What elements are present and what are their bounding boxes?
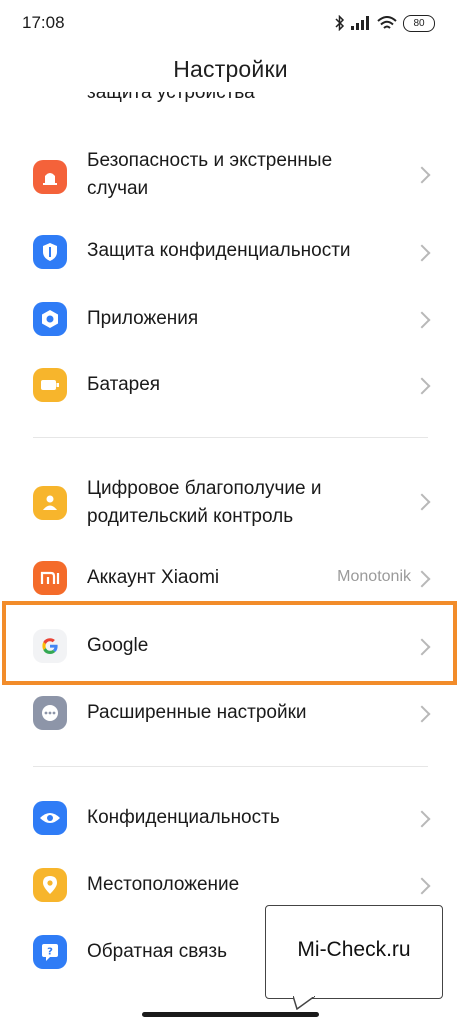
location-pin-icon: [33, 868, 67, 902]
chevron-right-icon: [413, 570, 431, 588]
partial-item-label: защита устройства: [87, 92, 255, 103]
chevron-right-icon: [413, 493, 431, 511]
list-item-label: Приложения: [87, 308, 199, 329]
list-item-label: Аккаунт Xiaomi: [87, 567, 220, 588]
list-item-privacy-protection[interactable]: Защита конфиденциальности: [0, 222, 461, 282]
more-dots-icon: [33, 696, 67, 730]
list-item-battery[interactable]: Батарея: [0, 354, 461, 414]
watermark-callout-tail: [293, 996, 315, 1010]
battery-icon: [33, 368, 67, 402]
feedback-icon: ?: [33, 935, 67, 969]
list-item-label: Конфиденциальность: [87, 807, 280, 828]
wifi-icon: [377, 15, 397, 29]
list-item-label: Обратная связь: [87, 941, 227, 962]
signal-icon: [351, 16, 369, 30]
status-icons: 80: [335, 12, 435, 34]
section-divider: [33, 766, 428, 767]
status-bar: 17:08 80: [0, 0, 461, 44]
chevron-right-icon: [413, 311, 431, 329]
list-item-label-line2: случаи: [87, 178, 149, 199]
list-item-apps[interactable]: Приложения: [0, 288, 461, 348]
chevron-right-icon: [413, 244, 431, 262]
chevron-right-icon: [413, 810, 431, 828]
chevron-right-icon: [413, 705, 431, 723]
list-item-privacy[interactable]: Конфиденциальность: [0, 788, 461, 848]
partial-list-item[interactable]: защита устройства: [87, 92, 387, 110]
chevron-right-icon: [413, 877, 431, 895]
watermark-callout: Mi-Check.ru: [265, 905, 443, 999]
wellbeing-icon: [33, 486, 67, 520]
list-item-label: Батарея: [87, 374, 161, 395]
highlight-frame: [2, 601, 457, 685]
list-item-advanced-settings[interactable]: Расширенные настройки: [0, 683, 461, 743]
home-indicator[interactable]: [142, 1012, 319, 1017]
list-item-label: Расширенные настройки: [87, 702, 307, 723]
page-title: Настройки: [173, 56, 288, 82]
account-username: Monotonik: [337, 568, 411, 585]
list-item-label: Безопасность и экстренные: [87, 150, 333, 171]
svg-text:?: ?: [47, 947, 53, 958]
list-item-xiaomi-account[interactable]: Аккаунт Xiaomi Monotonik: [0, 548, 461, 608]
list-item-security-emergency[interactable]: Безопасность и экстренные случаи: [0, 144, 461, 208]
xiaomi-mi-icon: [33, 561, 67, 595]
emergency-icon: [33, 160, 67, 194]
chevron-right-icon: [413, 377, 431, 395]
eye-icon: [33, 801, 67, 835]
list-item-label: Цифровое благополучие и: [87, 478, 322, 499]
status-time: 17:08: [22, 13, 65, 32]
watermark-text: Mi-Check.ru: [297, 938, 411, 961]
battery-indicator: 80: [403, 14, 435, 32]
list-item-label: Защита конфиденциальности: [87, 240, 351, 261]
apps-gear-icon: [33, 302, 67, 336]
bluetooth-icon: [335, 15, 345, 31]
list-item-digital-wellbeing[interactable]: Цифровое благополучие и родительский кон…: [0, 470, 461, 534]
list-item-label-line2: родительский контроль: [87, 506, 294, 527]
section-divider: [33, 437, 428, 438]
list-item-label: Местоположение: [87, 874, 240, 895]
privacy-shield-icon: [33, 235, 67, 269]
chevron-right-icon: [413, 166, 431, 184]
